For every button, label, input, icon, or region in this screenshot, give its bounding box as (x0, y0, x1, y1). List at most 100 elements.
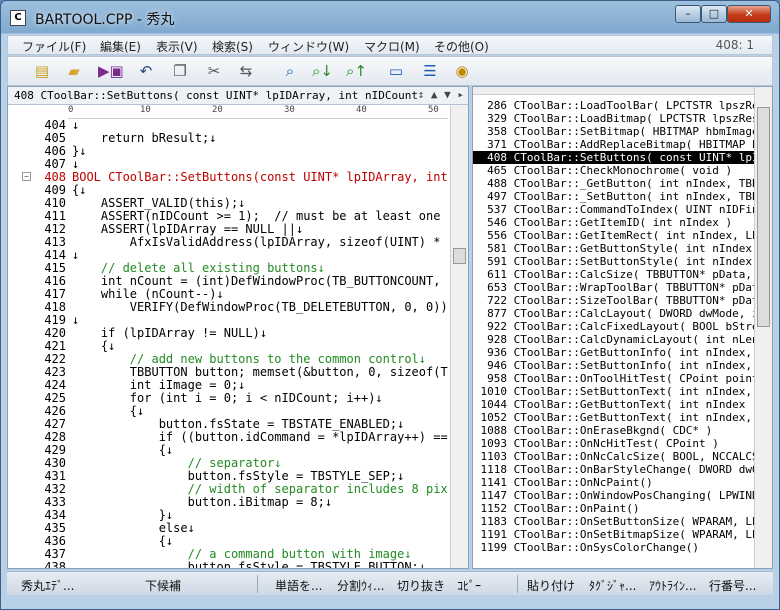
function-list-item[interactable]: 1093 CToolBar::OnNcHitTest( CPoint ) (473, 437, 756, 450)
new-file-icon[interactable]: ▤ (32, 62, 52, 80)
function-list-item[interactable]: 371 CToolBar::AddReplaceBitmap( HBITMAP … (473, 138, 756, 151)
undo-icon[interactable]: ↶ (136, 62, 156, 80)
function-list-item[interactable]: 556 CToolBar::GetItemRect( int nIndex, L… (473, 229, 756, 242)
fkey-1[interactable]: 秀丸ｴﾃﾞ... (21, 577, 74, 594)
horizontal-scrollbar[interactable] (473, 87, 756, 95)
function-list-item[interactable]: 546 CToolBar::GetItemID( int nIndex ) (473, 216, 756, 229)
scrollbar-thumb[interactable] (757, 107, 770, 327)
menu-edit[interactable]: 編集(E) (100, 38, 141, 55)
function-list-item[interactable]: 1183 CToolBar::OnSetButtonSize( WPARAM, … (473, 515, 757, 528)
help-icon[interactable]: ◉ (452, 62, 472, 80)
menu-file[interactable]: ファイル(F) (22, 38, 86, 55)
function-list-item[interactable]: 1103 CToolBar::OnNcCalcSize( BOOL, NCCAL… (473, 450, 757, 463)
function-list-item[interactable]: 1147 CToolBar::OnWindowPosChanging( LPWI… (473, 489, 757, 502)
function-list-item[interactable]: 1141 CToolBar::OnNcPaint() (473, 476, 756, 489)
minimize-button[interactable]: – (675, 5, 701, 23)
split-window-icon[interactable]: ☰ (420, 62, 440, 80)
function-list-item[interactable]: 922 CToolBar::CalcFixedLayout( BOOL bStr… (473, 320, 756, 333)
function-list-item[interactable]: 1088 CToolBar::OnEraseBkgnd( CDC* ) (473, 424, 756, 437)
fkey-10[interactable]: 行番号... (709, 577, 756, 594)
function-list-item[interactable]: 877 CToolBar::CalcLayout( DWORD dwMode, … (473, 307, 756, 320)
function-line-number: 1183 (480, 515, 508, 528)
function-signature: CToolBar::SetButtons( const UINT* lpIDAr (513, 151, 756, 164)
function-list-item[interactable]: 329 CToolBar::LoadBitmap( LPCTSTR lpszRe… (473, 112, 756, 125)
line-number: 438 (44, 560, 66, 569)
menu-other[interactable]: その他(O) (434, 38, 489, 55)
function-list-item[interactable]: 358 CToolBar::SetBitmap( HBITMAP hbmImag… (473, 125, 756, 138)
paste-icon[interactable]: ⇆ (236, 62, 256, 80)
cut-icon[interactable]: ✂ (204, 62, 224, 80)
code-line[interactable]: 438 button.fsStyle = TBSTYLE_BUTTON;↓ (8, 560, 448, 569)
divider (517, 575, 518, 593)
open-folder-icon[interactable]: ▰ (64, 62, 84, 80)
editor-scrollbar[interactable] (450, 105, 468, 568)
function-list-item[interactable]: 1152 CToolBar::OnPaint() (473, 502, 756, 515)
app-icon[interactable]: C (10, 10, 26, 26)
fkey-9[interactable]: ｱｳﾄﾗｲﾝ... (649, 577, 696, 594)
function-list-item[interactable]: 581 CToolBar::GetButtonStyle( int nIndex… (473, 242, 756, 255)
function-signature: CToolBar::GetButtonInfo( int nIndex, UIN (513, 346, 756, 359)
function-list-item[interactable]: 1010 CToolBar::SetButtonText( int nIndex… (473, 385, 756, 398)
function-list-item[interactable]: 1118 CToolBar::OnBarStyleChange( DWORD d… (473, 463, 757, 476)
function-list-item[interactable]: 537 CToolBar::CommandToIndex( UINT nIDFi… (473, 203, 756, 216)
save-icon[interactable]: ▶▣ (98, 62, 124, 80)
function-line-number: 1118 (480, 463, 508, 476)
function-list-item[interactable]: 465 CToolBar::CheckMonochrome( void ) (473, 164, 756, 177)
menu-search[interactable]: 検索(S) (212, 38, 253, 55)
function-list-item[interactable]: 928 CToolBar::CalcDynamicLayout( int nLe… (473, 333, 756, 346)
current-function-text: 408 CToolBar::SetButtons( const UINT* lp… (14, 89, 432, 102)
function-list-item[interactable]: 653 CToolBar::WrapToolBar( TBBUTTON* pDa… (473, 281, 756, 294)
fkey-8[interactable]: ﾀｸﾞｼﾞｬ... (589, 577, 636, 594)
function-signature: CToolBar::OnNcHitTest( CPoint ) (513, 437, 719, 450)
fkey-4[interactable]: 分割ｳｨ... (337, 577, 384, 594)
function-list-pane[interactable]: 286 CToolBar::LoadToolBar( LPCTSTR lpszR… (472, 86, 773, 569)
function-list-item[interactable]: 722 CToolBar::SizeToolBar( TBBUTTON* pDa… (473, 294, 756, 307)
search-down-icon[interactable]: ⌕↓ (312, 62, 333, 80)
function-list-item[interactable]: 1191 CToolBar::OnSetBitmapSize( WPARAM, … (473, 528, 757, 541)
output-icon[interactable]: ▭ (386, 62, 406, 80)
function-list-item[interactable]: 958 CToolBar::OnToolHitTest( CPoint poin… (473, 372, 756, 385)
function-list-item[interactable]: 1199 CToolBar::OnSysColorChange() (473, 541, 756, 554)
function-key-bar: 秀丸ｴﾃﾞ... 下候補 単語を... 分割ｳｨ... 切り抜き ｺﾋﾟｰ 貼り… (7, 571, 773, 595)
menu-macro[interactable]: マクロ(M) (364, 38, 420, 55)
function-list-item[interactable]: 286 CToolBar::LoadToolBar( LPCTSTR lpszR… (473, 99, 756, 112)
ruler-label: 20 (212, 105, 223, 115)
function-signature: CToolBar::CalcDynamicLayout( int nLength (513, 333, 756, 346)
fkey-7[interactable]: 貼り付け (527, 577, 575, 594)
function-list-item[interactable]: 946 CToolBar::SetButtonInfo( int nIndex,… (473, 359, 756, 372)
scrollbar-thumb[interactable] (453, 248, 466, 264)
menu-view[interactable]: 表示(V) (156, 38, 198, 55)
code-area[interactable]: 404 ↓ 405 return bResult;↓ 406}↓ 407 ↓ −408 BOO… (8, 119, 448, 568)
fkey-2[interactable]: 下候補 (145, 577, 181, 594)
copy-icon[interactable]: ❐ (170, 62, 190, 80)
function-signature: CToolBar::OnBarStyleChange( DWORD dwOldS (513, 463, 756, 476)
function-signature: CToolBar::SetBitmap( HBITMAP hbmImageWel (513, 125, 756, 138)
function-list-item[interactable]: 591 CToolBar::SetButtonStyle( int nIndex… (473, 255, 756, 268)
title-bar[interactable]: C BARTOOL.CPP - 秀丸 – □ ✕ (1, 1, 779, 35)
search-up-icon[interactable]: ⌕↑ (346, 62, 367, 80)
function-signature: CToolBar::SetButtonStyle( int nIndex, UI (513, 255, 756, 268)
maximize-button[interactable]: □ (701, 5, 727, 23)
function-list-item-selected[interactable]: 408 CToolBar::SetButtons( const UINT* lp… (473, 151, 756, 164)
function-list-item[interactable]: 497 CToolBar::_SetButton( int nIndex, TB… (473, 190, 756, 203)
fkey-6[interactable]: ｺﾋﾟｰ (457, 577, 481, 594)
code-text: AfxIsValidAddress(lpIDArray, sizeof(UINT… (72, 235, 448, 249)
function-list-item[interactable]: 488 CToolBar::_GetButton( int nIndex, TB… (473, 177, 756, 190)
function-list-item[interactable]: 1052 CToolBar::GetButtonText( int nIndex… (473, 411, 756, 424)
function-list-item[interactable]: 936 CToolBar::GetButtonInfo( int nIndex,… (473, 346, 756, 359)
search-icon[interactable]: ⌕ (280, 62, 300, 80)
fkey-5[interactable]: 切り抜き (397, 577, 445, 594)
function-list[interactable]: 286 CToolBar::LoadToolBar( LPCTSTR lpszR… (473, 99, 756, 568)
editor-pane[interactable]: 408 CToolBar::SetButtons( const UINT* lp… (7, 86, 469, 569)
function-list-scrollbar[interactable] (754, 87, 772, 568)
function-signature: CToolBar::OnSetBitmapSize( WPARAM, LPARA (513, 528, 756, 541)
function-line-number: 1010 (480, 385, 508, 398)
menu-window[interactable]: ウィンドウ(W) (268, 38, 349, 55)
function-list-item[interactable]: 1044 CToolBar::GetButtonText( int nIndex… (473, 398, 757, 411)
close-button[interactable]: ✕ (727, 5, 771, 23)
function-signature: CToolBar::SetButtonText( int nIndex, LPC (513, 385, 756, 398)
function-list-item[interactable]: 611 CToolBar::CalcSize( TBBUTTON* pData,… (473, 268, 756, 281)
header-nav-controls[interactable]: ↕ ▲ ▼ ▸ (417, 88, 464, 101)
fkey-3[interactable]: 単語を... (275, 577, 322, 594)
function-signature: CToolBar::GetButtonText( int nIndex ) (513, 398, 756, 411)
